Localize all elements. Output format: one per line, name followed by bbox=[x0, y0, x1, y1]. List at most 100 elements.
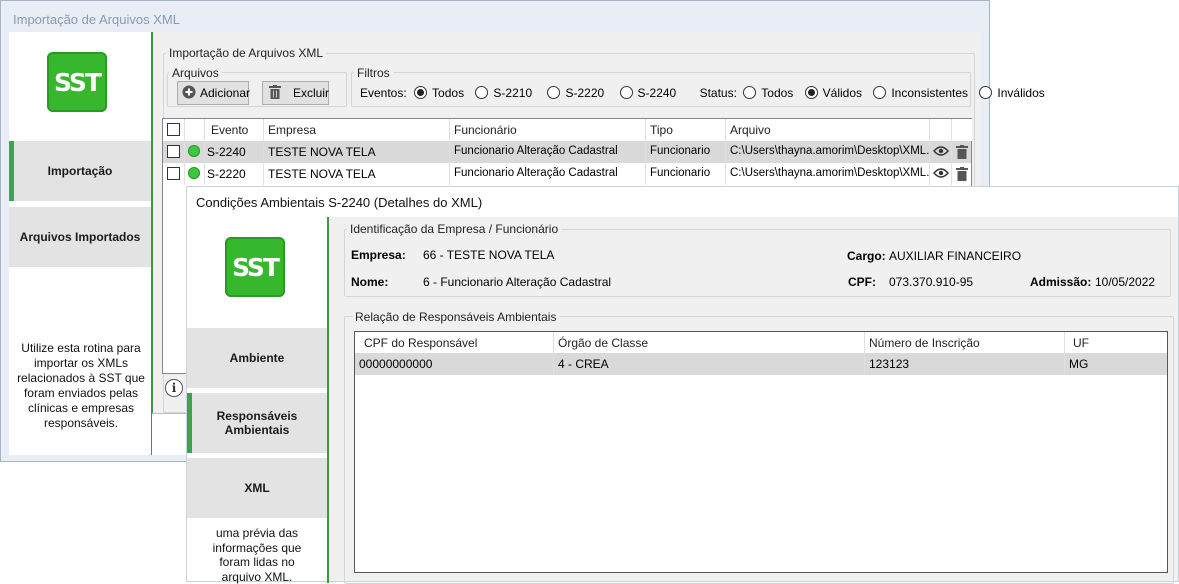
col-evento[interactable]: Evento bbox=[205, 119, 264, 141]
cell-empresa: TESTE NOVA TELA bbox=[264, 141, 450, 163]
eventos-filter: Eventos: Todos S-2210 S-2220 S-2240 Stat… bbox=[360, 86, 1045, 100]
sidebar: SST Importação Arquivos Importados Utili… bbox=[9, 32, 151, 455]
window-title: Importação de Arquivos XML bbox=[13, 12, 180, 27]
responsaveis-title: Relação de Responsáveis Ambientais bbox=[352, 310, 560, 324]
arquivos-title: Arquivos bbox=[169, 66, 222, 80]
col-tipo[interactable]: Tipo bbox=[646, 119, 726, 141]
add-button-label: Adicionar bbox=[200, 86, 251, 100]
col-numero-inscricao[interactable]: Número de Inscrição bbox=[865, 332, 1065, 354]
radio-icon bbox=[804, 86, 818, 99]
detail-sidebar-divider bbox=[327, 217, 329, 583]
status-col-header bbox=[185, 119, 205, 141]
nav-xml[interactable]: XML bbox=[187, 458, 327, 518]
radio-icon bbox=[619, 86, 633, 99]
status-dot bbox=[185, 163, 205, 185]
status-label: Status: bbox=[699, 86, 737, 100]
eye-icon[interactable] bbox=[930, 163, 952, 185]
cell-uf: MG bbox=[1065, 353, 1167, 375]
col-funcionario[interactable]: Funcionário bbox=[450, 119, 646, 141]
empresa-value: 66 - TESTE NOVA TELA bbox=[423, 248, 555, 262]
col-empresa[interactable]: Empresa bbox=[264, 119, 450, 141]
evento-option-label: S-2210 bbox=[493, 86, 533, 100]
cell-empresa: TESTE NOVA TELA bbox=[264, 163, 450, 185]
plus-circle-icon bbox=[182, 85, 196, 102]
nav-responsaveis-label: Responsáveis Ambientais bbox=[216, 409, 298, 437]
detail-sidebar: SST Ambiente Responsáveis Ambientais XML… bbox=[187, 217, 327, 584]
status-dot-icon bbox=[188, 145, 200, 157]
cell-funcionario: Funcionario Alteração Cadastral bbox=[450, 163, 646, 185]
nav-responsaveis-ambientais[interactable]: Responsáveis Ambientais bbox=[187, 393, 327, 453]
admissao-value: 10/05/2022 bbox=[1095, 275, 1156, 289]
col-arquivo[interactable]: Arquivo bbox=[726, 119, 930, 141]
radio-icon bbox=[475, 86, 489, 99]
cell-numero: 123123 bbox=[865, 353, 1065, 375]
radio-icon bbox=[873, 86, 887, 99]
table-row[interactable]: S-2240 TESTE NOVA TELA Funcionario Alter… bbox=[163, 141, 971, 163]
info-icon[interactable]: i bbox=[165, 379, 183, 397]
select-all-checkbox[interactable] bbox=[163, 119, 185, 141]
radio-icon bbox=[547, 86, 561, 99]
cargo-value: AUXILIAR FINANCEIRO bbox=[889, 249, 1022, 263]
nav-arquivos-importados[interactable]: Arquivos Importados bbox=[9, 207, 151, 267]
help-text: Utilize esta rotina para importar os XML… bbox=[17, 341, 145, 430]
eye-icon[interactable] bbox=[930, 141, 952, 163]
col-uf[interactable]: UF bbox=[1065, 332, 1167, 354]
cpf-value: 073.370.910-95 bbox=[889, 275, 974, 289]
nav-xml-label: XML bbox=[244, 481, 270, 495]
add-button[interactable]: Adicionar bbox=[177, 81, 251, 105]
radio-icon bbox=[979, 86, 993, 99]
evento-option-s2220[interactable]: S-2220 bbox=[547, 86, 604, 100]
nome-label: Nome: bbox=[351, 275, 389, 289]
cell-orgao: 4 - CREA bbox=[554, 353, 865, 375]
filtros-title: Filtros bbox=[354, 66, 393, 80]
cell-arquivo: C:\Users\thayna.amorim\Desktop\XML... bbox=[726, 141, 930, 163]
cell-evento: S-2240 bbox=[205, 141, 264, 163]
admissao-label: Admissão: bbox=[1030, 275, 1092, 289]
trash-icon[interactable] bbox=[952, 163, 972, 185]
identificacao-title: Identificação da Empresa / Funcionário bbox=[347, 222, 562, 236]
evento-option-s2210[interactable]: S-2210 bbox=[475, 86, 532, 100]
col-delete bbox=[952, 119, 972, 141]
status-option-validos[interactable]: Válidos bbox=[804, 86, 862, 100]
table-row[interactable]: 00000000000 4 - CREA 123123 MG bbox=[355, 353, 1167, 375]
col-cpf-responsavel[interactable]: CPF do Responsável bbox=[355, 332, 554, 354]
status-option-label: Inválidos bbox=[997, 86, 1045, 100]
table-row[interactable]: S-2220 TESTE NOVA TELA Funcionario Alter… bbox=[163, 163, 971, 185]
checkbox-icon bbox=[167, 123, 180, 136]
row-checkbox[interactable] bbox=[163, 163, 185, 185]
trash-icon[interactable] bbox=[952, 141, 972, 163]
status-option-invalidos[interactable]: Inválidos bbox=[979, 86, 1045, 100]
detail-window-title: Condições Ambientais S-2240 (Detalhes do… bbox=[187, 187, 1178, 217]
import-groupbox-title: Importação de Arquivos XML bbox=[166, 46, 327, 60]
cell-funcionario: Funcionario Alteração Cadastral bbox=[450, 141, 646, 163]
row-checkbox[interactable] bbox=[163, 141, 185, 163]
table-header: CPF do Responsável Órgão de Classe Númer… bbox=[355, 332, 1167, 354]
col-orgao-classe[interactable]: Órgão de Classe bbox=[554, 332, 865, 354]
evento-option-s2240[interactable]: S-2240 bbox=[619, 86, 677, 100]
nav-importacao[interactable]: Importação bbox=[9, 141, 151, 201]
evento-option-todos[interactable]: Todos bbox=[414, 86, 464, 100]
sidebar-divider bbox=[151, 32, 153, 455]
cell-evento: S-2220 bbox=[205, 163, 264, 185]
status-option-todos[interactable]: Todos bbox=[743, 86, 793, 100]
eventos-label: Eventos: bbox=[360, 86, 407, 100]
checkbox-icon bbox=[167, 167, 180, 180]
cell-tipo: Funcionario bbox=[646, 141, 726, 163]
checkbox-icon bbox=[167, 145, 180, 158]
radio-icon bbox=[414, 86, 428, 99]
nome-value: 6 - Funcionario Alteração Cadastral bbox=[423, 275, 612, 289]
evento-option-label: S-2240 bbox=[637, 86, 677, 100]
status-dot bbox=[185, 141, 205, 163]
active-indicator bbox=[9, 141, 14, 201]
delete-button[interactable]: Excluir bbox=[262, 81, 329, 105]
nav-ambiente[interactable]: Ambiente bbox=[187, 328, 327, 388]
trash-icon bbox=[269, 84, 281, 102]
status-option-inconsistentes[interactable]: Inconsistentes bbox=[873, 86, 968, 100]
delete-button-label: Excluir bbox=[293, 86, 330, 100]
status-option-label: Inconsistentes bbox=[891, 86, 969, 100]
footer-panel bbox=[152, 413, 190, 455]
table-header: Evento Empresa Funcionário Tipo Arquivo bbox=[163, 119, 972, 141]
cell-cpf: 00000000000 bbox=[355, 353, 554, 375]
cpf-label: CPF: bbox=[848, 275, 876, 289]
empresa-label: Empresa: bbox=[351, 248, 406, 262]
